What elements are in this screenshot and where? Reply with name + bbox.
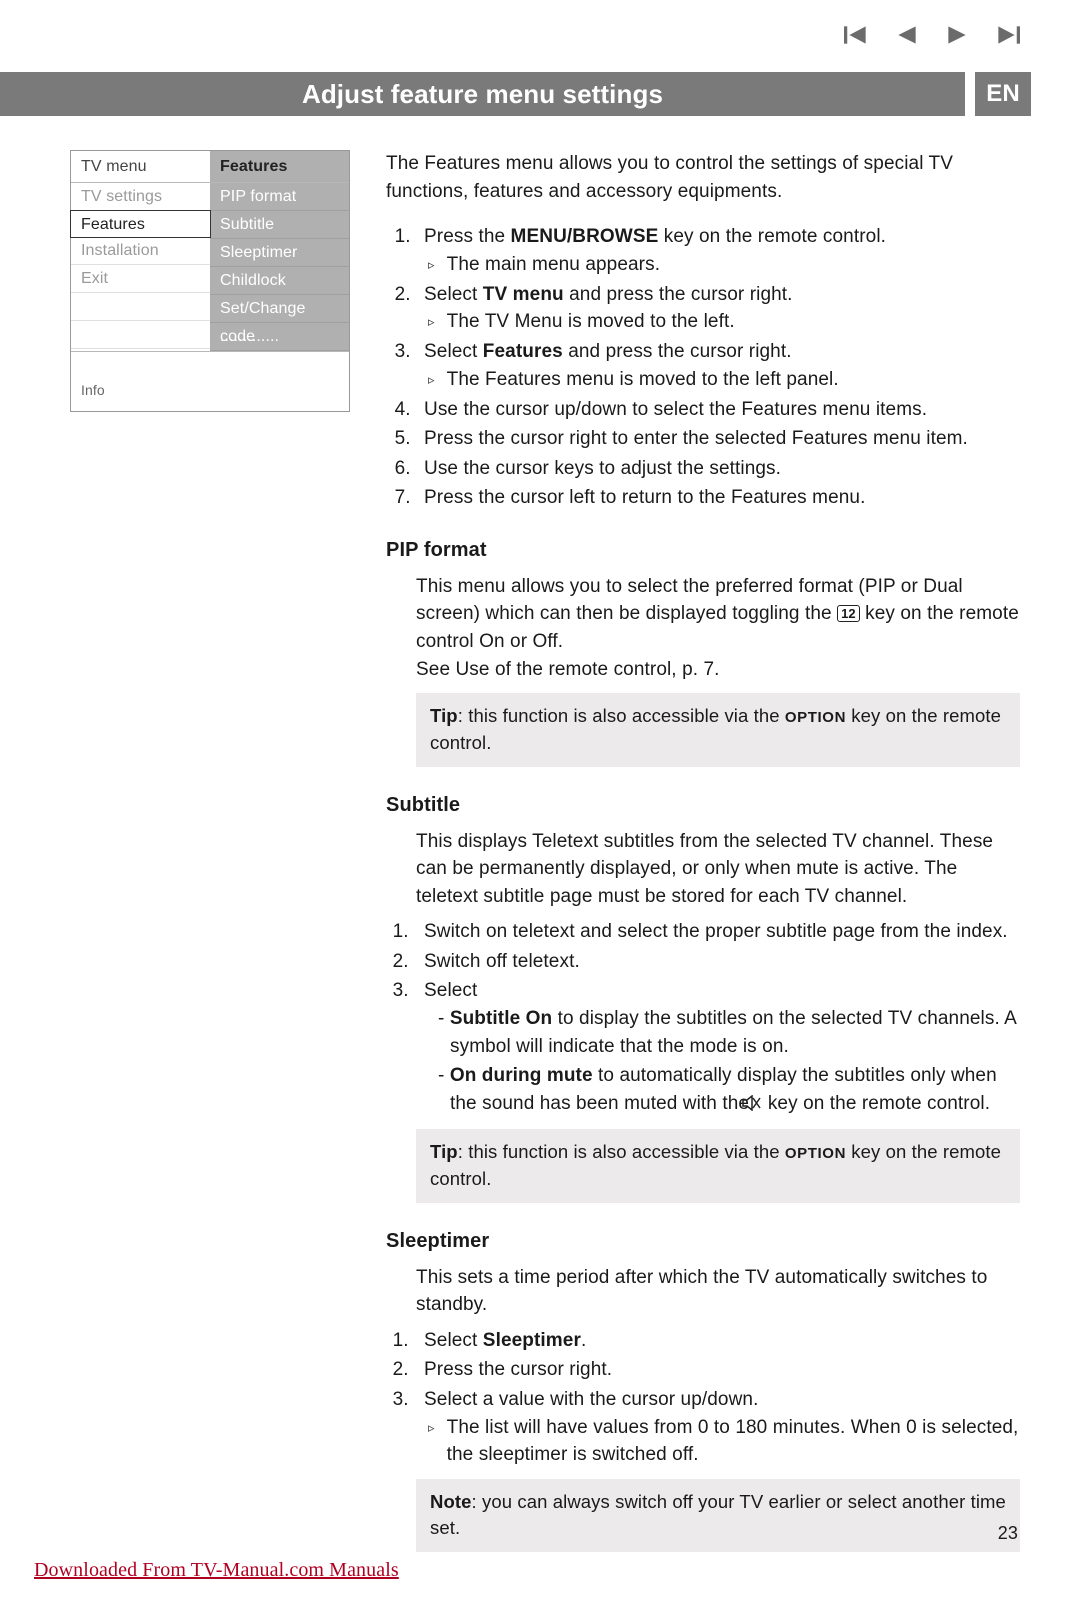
pip-heading: PIP format — [386, 536, 1020, 565]
next-page-icon[interactable] — [944, 24, 970, 52]
nav-icons — [844, 24, 1020, 52]
footer-source-link[interactable]: Downloaded From TV-Manual.com Manuals — [34, 1559, 399, 1582]
menu-item-installation: Installation — [71, 237, 210, 265]
triangle-icon: ▹ — [428, 1414, 435, 1469]
tv-menu-diagram: TV menu TV settings Features Installatio… — [70, 150, 350, 412]
content-column: The Features menu allows you to control … — [386, 150, 1020, 1560]
triangle-icon: ▹ — [428, 251, 435, 279]
triangle-icon: ▹ — [428, 366, 435, 394]
step-4: Use the cursor up/down to select the Fea… — [416, 396, 1020, 424]
menu-item-more: ............. — [210, 323, 349, 351]
first-page-icon[interactable] — [844, 24, 870, 52]
menu-left-header: TV menu — [71, 151, 210, 183]
menu-item-pip-format: PIP format — [210, 183, 349, 211]
menu-item-exit: Exit — [71, 265, 210, 293]
menu-info-label: Info — [71, 351, 349, 411]
sleep-heading: Sleeptimer — [386, 1227, 1020, 1256]
key-12-icon: 12 — [837, 605, 860, 622]
page-title: Adjust feature menu settings — [0, 72, 965, 116]
step-7: Press the cursor left to return to the F… — [416, 484, 1020, 512]
sleep-body: This sets a time period after which the … — [386, 1264, 1020, 1319]
step-5: Press the cursor right to enter the sele… — [416, 425, 1020, 453]
dash-on-during-mute: - On during mute to automatically displa… — [438, 1062, 1020, 1119]
dash-subtitle-on: - Subtitle On to display the subtitles o… — [438, 1005, 1020, 1060]
menu-item-sleeptimer: Sleeptimer — [210, 239, 349, 267]
menu-item-set-change-code: Set/Change code — [210, 295, 349, 323]
page-number: 23 — [998, 1523, 1018, 1544]
step-1: Press the MENU/BROWSE key on the remote … — [416, 223, 1020, 279]
intro-text: The Features menu allows you to control … — [386, 150, 1020, 205]
menu-right-header: Features — [210, 151, 349, 183]
last-page-icon[interactable] — [994, 24, 1020, 52]
prev-page-icon[interactable] — [894, 24, 920, 52]
subtitle-body: This displays Teletext subtitles from th… — [386, 828, 1020, 911]
subtitle-steps: Switch on teletext and select the proper… — [386, 918, 1020, 1119]
pip-body: This menu allows you to select the prefe… — [386, 573, 1020, 683]
menu-item-tv-settings: TV settings — [71, 183, 210, 211]
language-badge: EN — [975, 72, 1031, 116]
sleep-note: Note: you can always switch off your TV … — [416, 1479, 1020, 1553]
menu-item-subtitle: Subtitle — [210, 211, 349, 239]
main-steps: Press the MENU/BROWSE key on the remote … — [386, 223, 1020, 512]
subtitle-heading: Subtitle — [386, 791, 1020, 820]
pip-tip: Tip: this function is also accessible vi… — [416, 693, 1020, 767]
triangle-icon: ▹ — [428, 308, 435, 336]
step-2: Select TV menu and press the cursor righ… — [416, 281, 1020, 337]
step-3: Select Features and press the cursor rig… — [416, 338, 1020, 394]
step-6: Use the cursor keys to adjust the settin… — [416, 455, 1020, 483]
menu-item-childlock: Childlock — [210, 267, 349, 295]
menu-item-features: Features — [70, 210, 211, 238]
sleep-steps: Select Sleeptimer. Press the cursor righ… — [386, 1327, 1020, 1469]
subtitle-tip: Tip: this function is also accessible vi… — [416, 1129, 1020, 1203]
